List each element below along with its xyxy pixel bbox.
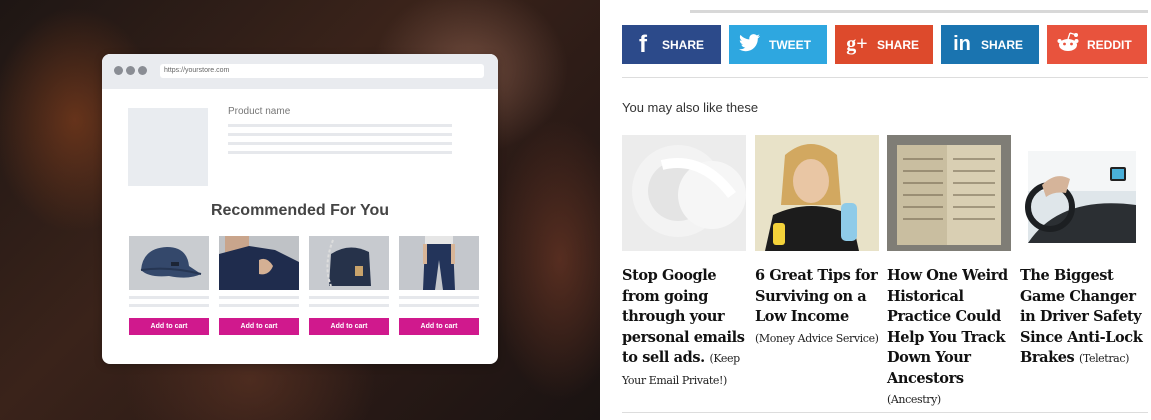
product-thumb-trousers — [399, 236, 479, 290]
related-article-4[interactable]: The Biggest Game Changer in Driver Safet… — [1020, 266, 1146, 370]
divider — [622, 77, 1148, 78]
add-to-cart-button[interactable]: Add to cart — [399, 318, 479, 335]
article-source: (Teletrac) — [1078, 352, 1129, 365]
text-placeholder-line — [129, 296, 209, 299]
text-placeholder-line — [129, 304, 209, 307]
googleplus-icon: g+ — [846, 33, 868, 55]
divider — [690, 10, 1148, 13]
product-name: Product name — [228, 106, 291, 117]
add-to-cart-button[interactable]: Add to cart — [129, 318, 209, 335]
linkedin-share-button[interactable]: in SHARE — [941, 25, 1039, 64]
related-section-title: You may also like these — [622, 100, 759, 115]
text-placeholder-line — [219, 304, 299, 307]
facebook-share-label: SHARE — [662, 37, 705, 52]
linkedin-icon: in — [953, 33, 971, 55]
text-placeholder-line — [219, 296, 299, 299]
text-placeholder-line — [399, 296, 479, 299]
article-source: (Ancestry) — [887, 393, 941, 406]
browser-mockup: https://yourstore.com Product name Recom… — [102, 54, 498, 364]
reddit-alien-icon — [1055, 31, 1081, 58]
text-placeholder-line — [228, 133, 452, 136]
related-article-2[interactable]: 6 Great Tips for Surviving on a Low Inco… — [755, 266, 881, 349]
related-article-3[interactable]: How One Weird Historical Practice Could … — [887, 266, 1013, 411]
window-dot-icon — [114, 66, 123, 75]
text-placeholder-line — [228, 124, 452, 127]
product-image-placeholder — [128, 108, 208, 186]
text-placeholder-line — [309, 296, 389, 299]
article-source: (Money Advice Service) — [755, 331, 879, 345]
text-placeholder-line — [399, 304, 479, 307]
text-placeholder-line — [228, 142, 452, 145]
related-thumb-2[interactable] — [755, 135, 879, 251]
add-to-cart-button[interactable]: Add to cart — [219, 318, 299, 335]
article-title[interactable]: 6 Great Tips for Surviving on a Low Inco… — [755, 267, 878, 325]
divider — [622, 412, 1148, 413]
product-thumb-bag — [309, 236, 389, 290]
browser-toolbar: https://yourstore.com — [102, 54, 498, 89]
related-thumb-4[interactable] — [1020, 135, 1144, 251]
related-article-1[interactable]: Stop Google from going through your pers… — [622, 266, 748, 391]
window-dot-icon — [138, 66, 147, 75]
related-thumb-1[interactable] — [622, 135, 746, 251]
promo-background: https://yourstore.com Product name Recom… — [0, 0, 600, 420]
recommended-heading: Recommended For You — [210, 202, 390, 219]
text-placeholder-line — [228, 151, 452, 154]
product-thumb-cap — [129, 236, 209, 290]
twitter-share-button[interactable]: TWEET — [729, 25, 827, 64]
linkedin-share-label: SHARE — [981, 37, 1024, 52]
reddit-share-label: REDDIT — [1087, 37, 1132, 52]
reddit-share-button[interactable]: REDDIT — [1047, 25, 1147, 64]
address-bar: https://yourstore.com — [160, 64, 484, 78]
related-thumb-3[interactable] — [887, 135, 1011, 251]
twitter-share-label: TWEET — [769, 37, 811, 52]
article-footer-panel: f SHARE TWEET g+ SHARE in SHARE REDDIT Y… — [600, 0, 1151, 420]
product-thumb-shirt — [219, 236, 299, 290]
window-dot-icon — [126, 66, 135, 75]
text-placeholder-line — [309, 304, 389, 307]
add-to-cart-button[interactable]: Add to cart — [309, 318, 389, 335]
googleplus-share-label: SHARE — [877, 37, 920, 52]
article-title[interactable]: How One Weird Historical Practice Could … — [887, 267, 1008, 387]
twitter-bird-icon — [737, 33, 763, 57]
facebook-share-button[interactable]: f SHARE — [622, 25, 721, 64]
googleplus-share-button[interactable]: g+ SHARE — [835, 25, 933, 64]
facebook-icon: f — [639, 30, 647, 58]
